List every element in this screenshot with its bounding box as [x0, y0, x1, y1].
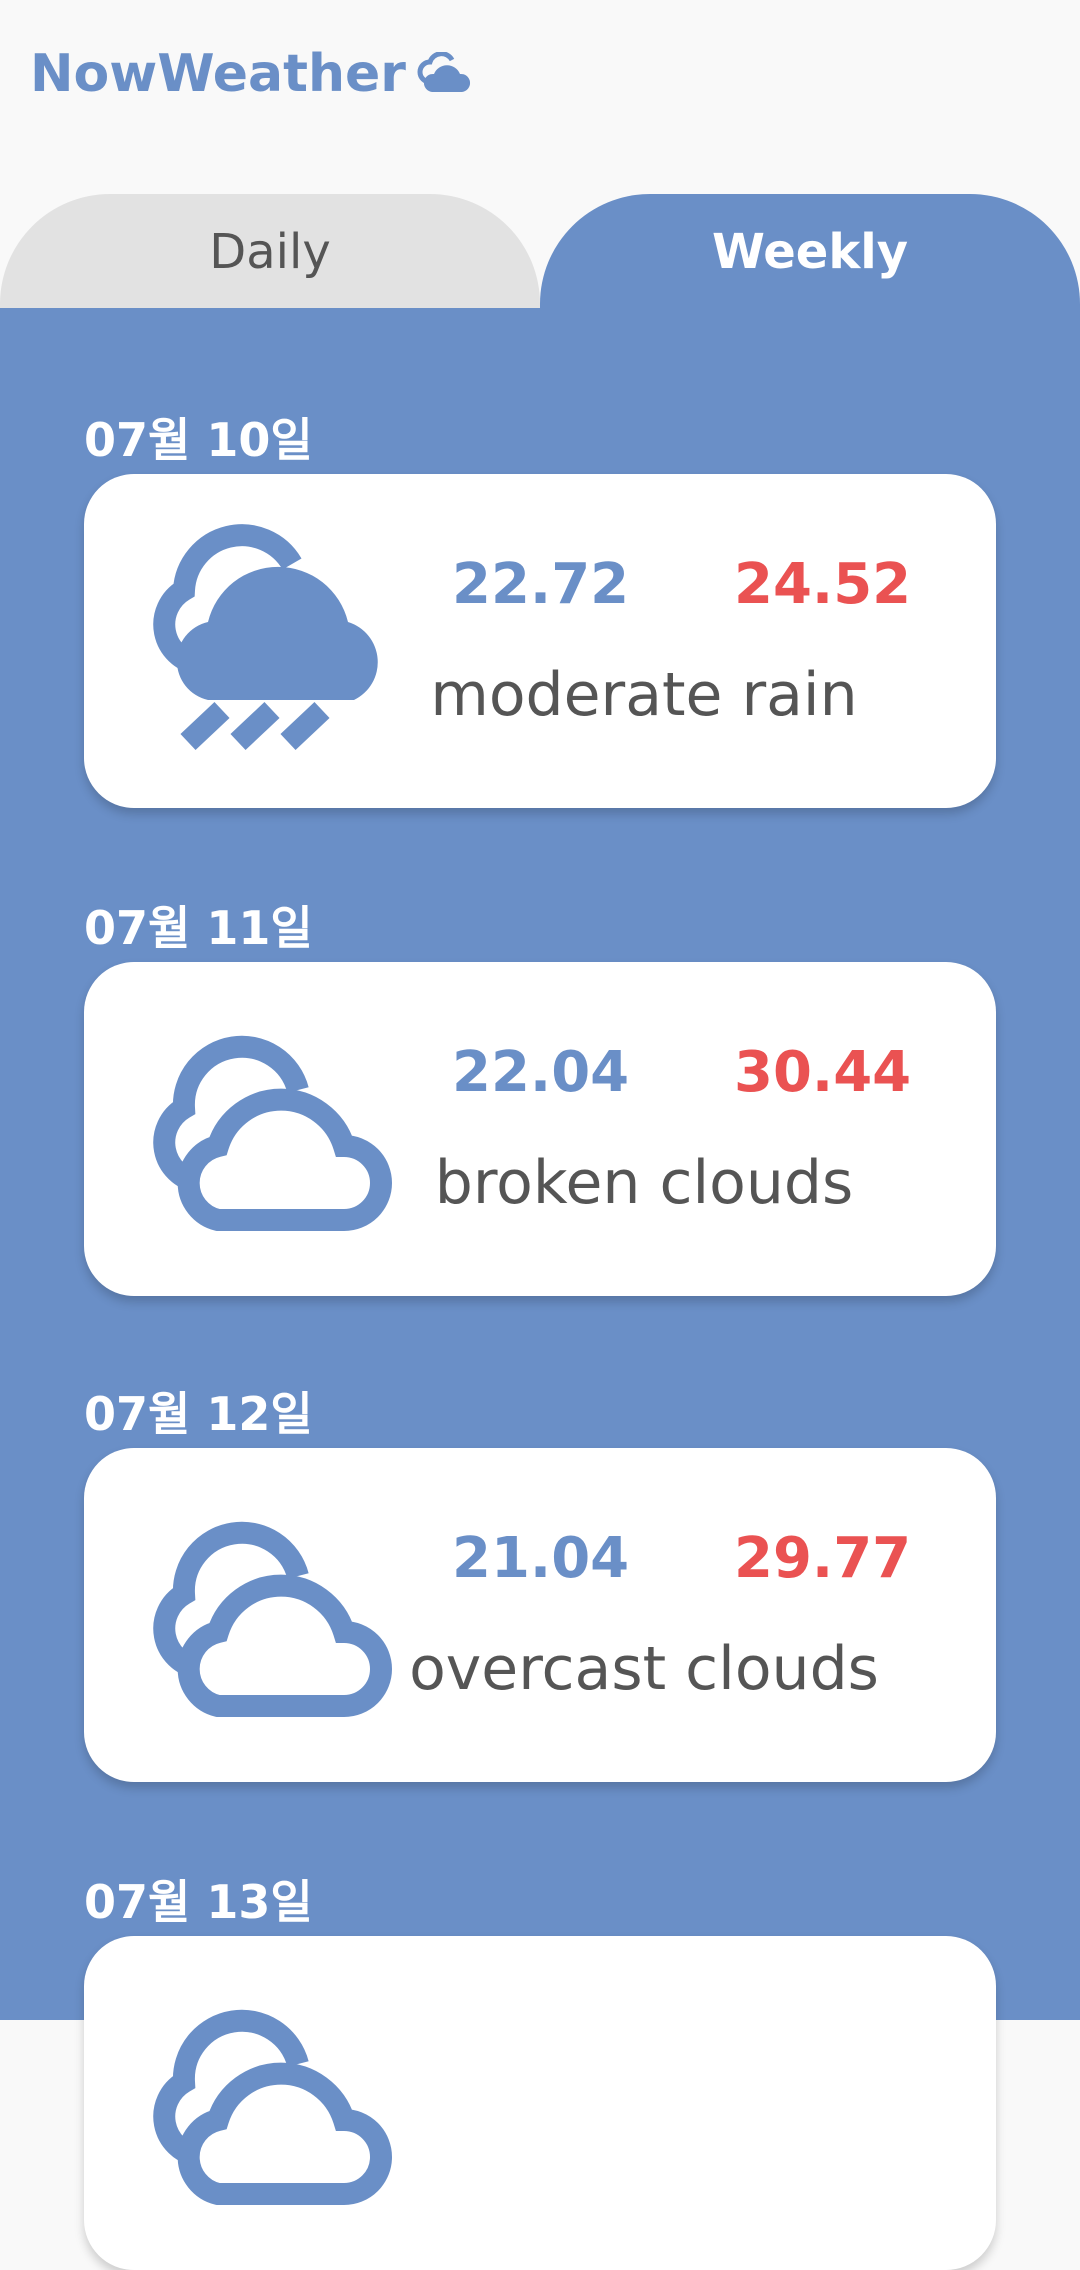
rain-cloud-icon — [153, 524, 378, 751]
tab-weekly-label: Weekly — [711, 224, 908, 280]
temp-min: 21.04 — [452, 1526, 630, 1591]
app-title-text: NowWeather — [30, 44, 406, 104]
clouds-icon — [153, 2009, 392, 2205]
temp-max: 24.52 — [734, 552, 912, 617]
forecast-card[interactable]: 22.72 24.52 moderate rain — [84, 474, 996, 808]
temp-min: 22.72 — [452, 552, 630, 617]
app-title: NowWeather — [30, 44, 472, 104]
cloud-icon — [417, 52, 470, 92]
tab-weekly[interactable]: Weekly — [540, 194, 1080, 310]
weekly-forecast-list[interactable]: 07월 10일 22.72 24.52 moderate rain 07월 11… — [0, 308, 1080, 2270]
forecast-date: 07월 10일 — [84, 413, 313, 467]
forecast-card[interactable] — [84, 1936, 996, 2270]
temp-max: 30.44 — [734, 1040, 912, 1105]
tab-daily-label: Daily — [209, 224, 331, 280]
forecast-card[interactable]: 21.04 29.77 overcast clouds — [84, 1448, 996, 1782]
forecast-date: 07월 13일 — [84, 1875, 313, 1929]
forecast-card[interactable]: 22.04 30.44 broken clouds — [84, 962, 996, 1296]
temp-min: 22.04 — [452, 1040, 630, 1105]
overcast-clouds-icon — [153, 1521, 392, 1717]
forecast-date: 07월 12일 — [84, 1387, 313, 1441]
weather-description: moderate rain — [430, 660, 858, 730]
temp-max: 29.77 — [734, 1526, 912, 1591]
weather-description: broken clouds — [434, 1148, 854, 1218]
tab-daily[interactable]: Daily — [0, 194, 540, 310]
weather-description: overcast clouds — [409, 1634, 879, 1704]
broken-clouds-icon — [153, 1035, 392, 1231]
forecast-date: 07월 11일 — [84, 901, 313, 955]
